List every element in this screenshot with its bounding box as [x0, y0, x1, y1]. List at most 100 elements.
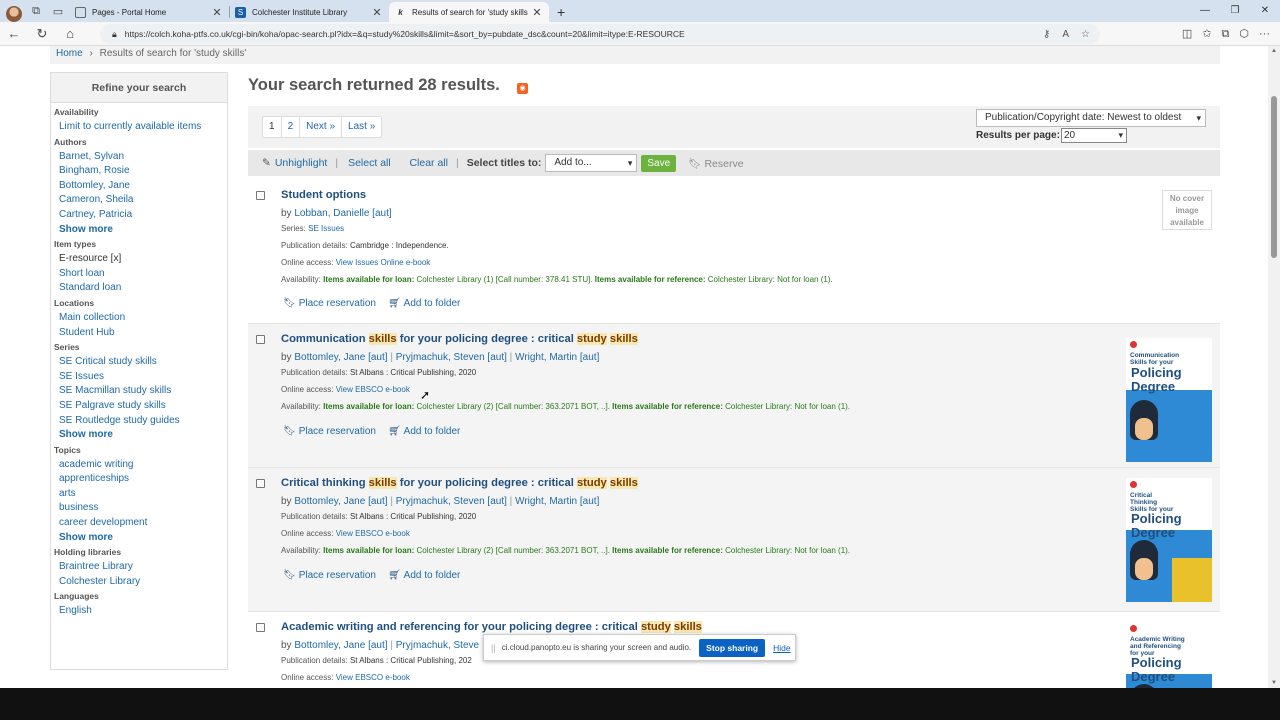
clear-all-link[interactable]: Clear all: [409, 157, 448, 169]
hide-link[interactable]: Hide: [773, 643, 790, 653]
facet-item[interactable]: SE Critical study skills: [51, 355, 227, 370]
add-to-select[interactable]: Add to...: [545, 154, 638, 172]
facet-item[interactable]: SE Routledge study guides: [51, 414, 227, 429]
workspaces-icon[interactable]: ⧉: [25, 0, 47, 22]
author-link[interactable]: Wright, Martin [aut]: [515, 496, 599, 507]
book-cover-image[interactable]: Critical Thinking Skills for your Polici…: [1126, 478, 1212, 602]
add-to-folder-link[interactable]: 🛒︎ Add to folder: [388, 426, 460, 437]
result-checkbox[interactable]: [256, 623, 265, 632]
result-title-link[interactable]: Academic writing and referencing for you…: [281, 621, 702, 633]
lock-icon[interactable]: 🔒︎: [112, 29, 117, 40]
results-per-page-select[interactable]: 20 ▾: [1061, 128, 1127, 143]
facet-item[interactable]: SE Macmillan study skills: [51, 384, 227, 399]
key-icon[interactable]: ⚷: [1043, 29, 1050, 40]
facet-item[interactable]: SE Palgrave study skills: [51, 399, 227, 414]
sort-select[interactable]: Publication/Copyright date: Newest to ol…: [976, 109, 1206, 127]
back-icon[interactable]: ←: [0, 26, 28, 41]
drag-handle-icon[interactable]: ||: [491, 643, 496, 653]
result-title-link[interactable]: Critical thinking skills for your polici…: [281, 477, 638, 489]
browser-tab-2[interactable]: S Colchester Institute Library ✕: [229, 2, 390, 22]
place-reservation-link[interactable]: 🔖︎ Place reservation: [283, 570, 376, 581]
show-more-link[interactable]: Show more: [51, 223, 227, 238]
minimize-icon[interactable]: —: [1190, 0, 1220, 22]
result-checkbox[interactable]: [256, 191, 265, 200]
facet-item[interactable]: Student Hub: [51, 326, 227, 341]
unhighlight-link[interactable]: ✎ Unhighlight: [262, 157, 327, 169]
url-field[interactable]: 🔒︎ https://colch.koha-ptfs.co.uk/cgi-bin…: [100, 24, 1100, 44]
save-button[interactable]: Save: [641, 154, 677, 172]
scroll-up-icon[interactable]: ▲: [1271, 48, 1277, 54]
home-icon[interactable]: ⌂: [56, 26, 84, 41]
breadcrumb-home-link[interactable]: Home: [56, 48, 83, 59]
facet-item[interactable]: Main collection: [51, 311, 227, 326]
facet-item[interactable]: Short loan: [51, 267, 227, 282]
close-tab-icon[interactable]: ✕: [371, 6, 383, 19]
add-to-folder-link[interactable]: 🛒︎ Add to folder: [388, 298, 460, 309]
facet-item[interactable]: arts: [51, 487, 227, 502]
stop-sharing-button[interactable]: Stop sharing: [699, 638, 766, 657]
browser-tab-3[interactable]: k Results of search for 'study skills ✕: [389, 2, 549, 22]
select-all-link[interactable]: Select all: [348, 157, 391, 169]
book-cover-image[interactable]: Academic Writing and Referencing for you…: [1126, 622, 1212, 688]
author-link[interactable]: Bottomley, Jane [aut]: [294, 496, 387, 507]
split-screen-icon[interactable]: ◫: [1182, 24, 1192, 44]
profile-avatar[interactable]: [6, 6, 22, 22]
extensions-icon[interactable]: ⬡: [1239, 24, 1249, 44]
show-more-link[interactable]: Show more: [51, 531, 227, 546]
collections-icon[interactable]: ⧉: [1222, 24, 1230, 44]
author-link[interactable]: Bottomley, Jane [aut]: [294, 352, 387, 363]
series-link[interactable]: SE Issues: [308, 224, 344, 233]
result-title-link[interactable]: Student options: [281, 189, 366, 201]
facet-item[interactable]: Cameron, Sheila: [51, 193, 227, 208]
author-link[interactable]: Lobban, Danielle [aut]: [294, 208, 391, 219]
result-title-link[interactable]: Communication skills for your policing d…: [281, 333, 638, 345]
reserve-button[interactable]: 🔖︎ Reserve: [688, 157, 743, 170]
place-reservation-link[interactable]: 🔖︎ Place reservation: [283, 426, 376, 437]
facet-item[interactable]: SE Issues: [51, 370, 227, 385]
more-icon[interactable]: ···: [1259, 24, 1270, 44]
next-page-link[interactable]: Next »: [300, 117, 343, 137]
online-access-link[interactable]: View EBSCO e-book: [336, 673, 410, 682]
result-checkbox[interactable]: [256, 335, 265, 344]
book-cover-image[interactable]: Communication Skills for your Policing D…: [1126, 338, 1212, 462]
place-reservation-link[interactable]: 🔖︎ Place reservation: [283, 298, 376, 309]
facet-item[interactable]: Bingham, Rosie: [51, 164, 227, 179]
online-access-link[interactable]: View EBSCO e-book: [336, 529, 410, 538]
page-2-link[interactable]: 2: [282, 117, 301, 137]
favorites-icon[interactable]: ✩: [1202, 24, 1211, 44]
close-tab-icon[interactable]: ✕: [211, 6, 223, 19]
close-window-icon[interactable]: ✕: [1250, 0, 1280, 22]
facet-item[interactable]: Standard loan: [51, 281, 227, 296]
facet-item[interactable]: Limit to currently available items: [51, 120, 227, 135]
browser-tab-1[interactable]: Pages - Portal Home ✕: [69, 2, 230, 22]
online-access-link[interactable]: View Issues Online e-book: [336, 258, 431, 267]
facet-item[interactable]: career development: [51, 516, 227, 531]
facet-item[interactable]: E-resource [x]: [51, 252, 227, 267]
author-link[interactable]: Wright, Martin [aut]: [515, 352, 599, 363]
refresh-icon[interactable]: ↻: [28, 26, 56, 42]
result-checkbox[interactable]: [256, 479, 265, 488]
scroll-down-icon[interactable]: ▼: [1271, 680, 1277, 686]
facet-item[interactable]: Bottomley, Jane: [51, 179, 227, 194]
page-scrollbar[interactable]: ▲ ▼: [1268, 46, 1280, 688]
facet-item[interactable]: apprenticeships: [51, 472, 227, 487]
rss-feed-icon[interactable]: ◉: [517, 83, 528, 94]
facet-item[interactable]: Barnet, Sylvan: [51, 150, 227, 165]
author-link[interactable]: Pryjmachuk, Steven [aut]: [396, 496, 507, 507]
facet-item[interactable]: Cartney, Patricia: [51, 208, 227, 223]
facet-item[interactable]: Colchester Library: [51, 575, 227, 590]
add-to-folder-link[interactable]: 🛒︎ Add to folder: [388, 570, 460, 581]
page-1-link[interactable]: 1: [263, 117, 282, 137]
scrollbar-thumb[interactable]: [1271, 96, 1277, 258]
facet-item[interactable]: English: [51, 604, 227, 619]
author-link[interactable]: Pryjmachuk, Steven [aut]: [396, 352, 507, 363]
restore-icon[interactable]: ❐: [1220, 0, 1250, 22]
facet-item[interactable]: academic writing: [51, 458, 227, 473]
online-access-link[interactable]: View EBSCO e-book: [336, 385, 410, 394]
read-aloud-icon[interactable]: A: [1062, 29, 1069, 40]
close-tab-icon[interactable]: ✕: [531, 6, 543, 19]
show-more-link[interactable]: Show more: [51, 428, 227, 443]
facet-item[interactable]: Braintree Library: [51, 560, 227, 575]
favorite-star-icon[interactable]: ☆: [1081, 29, 1090, 40]
tab-actions-icon[interactable]: ▭: [47, 0, 69, 22]
